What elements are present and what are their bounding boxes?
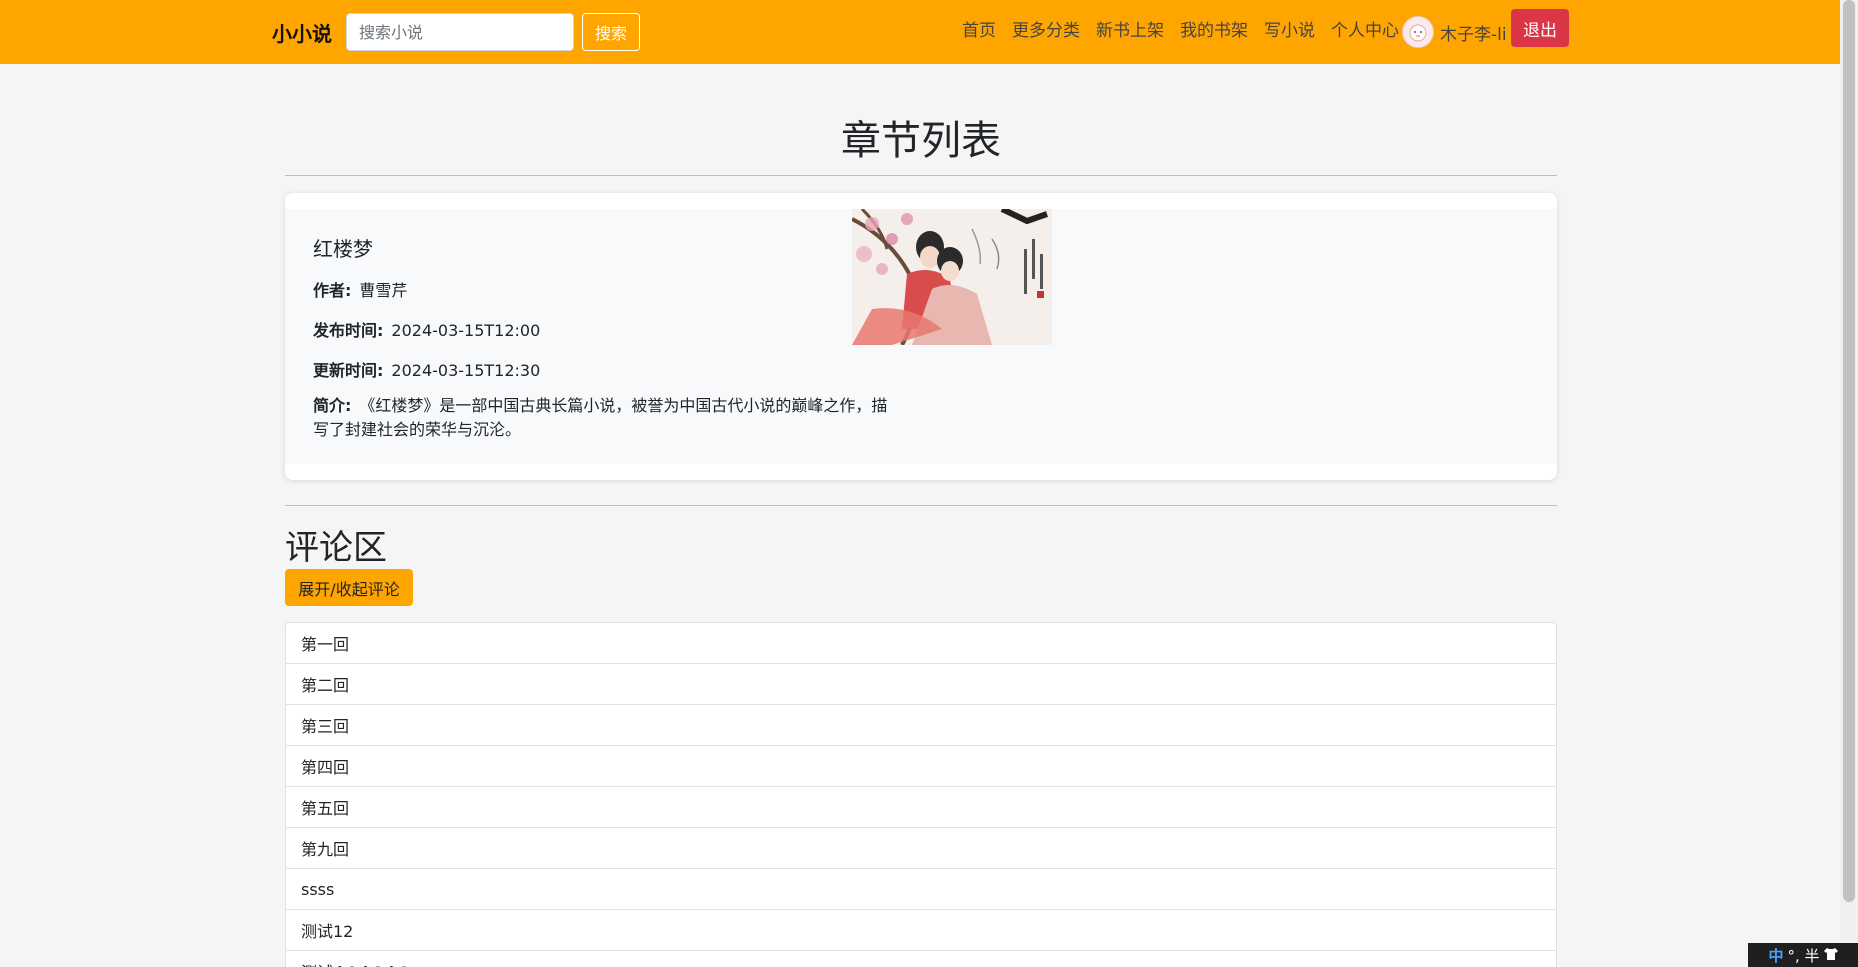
search-input[interactable] xyxy=(346,13,574,51)
avatar[interactable] xyxy=(1402,16,1434,48)
avatar-face-icon xyxy=(1409,24,1427,42)
chapter-item[interactable]: 测试^&^&^& xyxy=(286,951,1556,967)
updated-value: 2024-03-15T12:30 xyxy=(391,361,541,380)
author-value: 曹雪芹 xyxy=(359,281,408,300)
updated-label: 更新时间: xyxy=(313,361,384,380)
chapter-item[interactable]: 第五回 xyxy=(286,787,1556,828)
search-button[interactable]: 搜索 xyxy=(582,13,640,51)
page-scrollbar[interactable] xyxy=(1840,0,1858,967)
book-intro: 简介: 《红楼梦》是一部中国古典长篇小说，被誉为中国古代小说的巅峰之作，描写了封建… xyxy=(313,394,898,442)
brand-logo[interactable]: 小小说 xyxy=(272,18,332,47)
section-divider xyxy=(285,505,1557,506)
ime-status-bar[interactable]: 中 °, 半 xyxy=(1748,943,1858,967)
nav-link-home[interactable]: 首页 xyxy=(962,16,996,41)
nav-links: 首页 更多分类 新书上架 我的书架 写小说 个人中心 xyxy=(962,0,1415,56)
nav-link-profile[interactable]: 个人中心 xyxy=(1331,16,1399,41)
intro-value: 《红楼梦》是一部中国古典长篇小说，被誉为中国古代小说的巅峰之作，描写了封建社会的… xyxy=(313,396,888,439)
author-label: 作者: xyxy=(313,281,352,300)
book-cover-image xyxy=(852,209,1052,345)
ime-skin-icon[interactable] xyxy=(1823,946,1838,964)
page-title: 章节列表 xyxy=(841,118,1001,164)
chapter-item[interactable]: 第一回 xyxy=(286,623,1556,664)
book-author: 作者: 曹雪芹 xyxy=(313,277,407,301)
nav-link-categories[interactable]: 更多分类 xyxy=(1012,16,1080,41)
comments-title: 评论区 xyxy=(285,528,387,568)
chapter-item[interactable]: 第九回 xyxy=(286,828,1556,869)
user-name[interactable]: 木子李-li xyxy=(1440,20,1507,45)
book-published: 发布时间: 2024-03-15T12:00 xyxy=(313,317,540,341)
chapter-item[interactable]: 第三回 xyxy=(286,705,1556,746)
user-menu[interactable]: 木子李-li xyxy=(1402,16,1507,48)
nav-link-bookshelf[interactable]: 我的书架 xyxy=(1180,16,1248,41)
nav-link-new-books[interactable]: 新书上架 xyxy=(1096,16,1164,41)
logout-button[interactable]: 退出 xyxy=(1511,9,1569,47)
ime-language-indicator[interactable]: 中 xyxy=(1768,945,1783,966)
top-navbar: 小小说 搜索 首页 更多分类 新书上架 我的书架 写小说 个人中心 木子李-li… xyxy=(0,0,1840,64)
chapter-list: 第一回 第二回 第三回 第四回 第五回 第九回 ssss 测试12 测试^&^&… xyxy=(285,622,1557,967)
published-label: 发布时间: xyxy=(313,321,384,340)
intro-label: 简介: xyxy=(313,396,352,415)
nav-link-write[interactable]: 写小说 xyxy=(1264,16,1315,41)
book-title: 红楼梦 xyxy=(313,237,373,261)
chapter-item[interactable]: 测试12 xyxy=(286,910,1556,951)
chapter-item[interactable]: 第二回 xyxy=(286,664,1556,705)
toggle-comments-button[interactable]: 展开/收起评论 xyxy=(285,569,413,606)
scrollbar-thumb[interactable] xyxy=(1843,0,1855,902)
chapter-item[interactable]: 第四回 xyxy=(286,746,1556,787)
published-value: 2024-03-15T12:00 xyxy=(391,321,541,340)
chapter-item[interactable]: ssss xyxy=(286,869,1556,910)
ime-mode-indicator[interactable]: °, 半 xyxy=(1787,945,1819,966)
title-divider xyxy=(285,175,1557,176)
book-updated: 更新时间: 2024-03-15T12:30 xyxy=(313,357,540,381)
